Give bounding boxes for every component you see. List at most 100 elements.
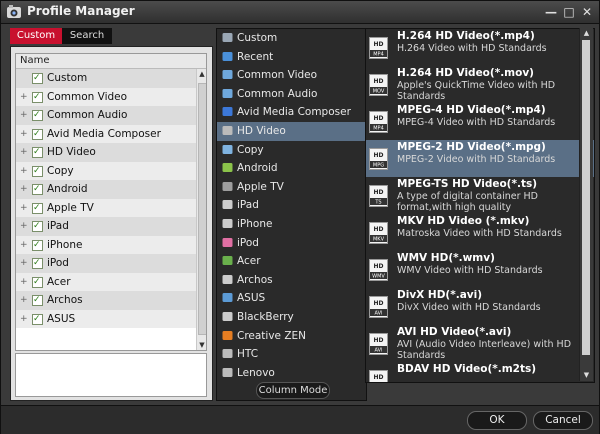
expand-icon[interactable]: + bbox=[20, 143, 28, 162]
tree-item[interactable]: + Android bbox=[16, 180, 206, 199]
category-item[interactable]: ASUS bbox=[217, 289, 366, 308]
category-item[interactable]: Lenovo bbox=[217, 364, 366, 383]
tree-item-checkbox[interactable] bbox=[32, 273, 43, 291]
tree-scroll-thumb[interactable] bbox=[198, 83, 206, 335]
svg-text:MKV: MKV bbox=[373, 237, 385, 243]
tree-item-checkbox[interactable] bbox=[32, 310, 43, 328]
profile-manager-window: Profile Manager — □ ✕ Custom Search Name… bbox=[0, 0, 600, 434]
category-item[interactable]: Acer bbox=[217, 252, 366, 271]
expand-icon[interactable]: + bbox=[20, 199, 28, 218]
tree-item-checkbox[interactable] bbox=[32, 162, 43, 180]
expand-icon[interactable]: + bbox=[20, 125, 28, 144]
tree-item-label: Apple TV bbox=[47, 201, 94, 214]
format-item[interactable]: HD AVI AVI HD Video(*.avi) AVI (Audio Video… bbox=[366, 325, 594, 362]
scroll-down-arrow-icon[interactable]: ▼ bbox=[197, 340, 206, 350]
tree-item-checkbox[interactable] bbox=[32, 88, 43, 106]
format-item[interactable]: HD WMV WMV HD(*.wmv) WMV Video with HD Stan… bbox=[366, 251, 594, 288]
tree-item-checkbox[interactable] bbox=[32, 143, 43, 162]
expand-icon[interactable]: + bbox=[20, 254, 28, 273]
expand-icon[interactable]: + bbox=[20, 106, 28, 125]
category-label: Copy bbox=[237, 143, 264, 156]
expand-icon[interactable]: + bbox=[20, 162, 28, 181]
tree-item-checkbox[interactable] bbox=[32, 106, 43, 125]
category-item[interactable]: BlackBerry bbox=[217, 308, 366, 327]
category-item[interactable]: Apple TV bbox=[217, 178, 366, 197]
format-scroll-thumb[interactable] bbox=[582, 40, 590, 355]
avid-icon bbox=[222, 107, 233, 117]
tree-item-checkbox[interactable] bbox=[32, 291, 43, 310]
format-item[interactable]: HD MPG MPEG-2 HD Video(*.mpg) MPEG-2 Video … bbox=[366, 140, 594, 177]
tree-item[interactable]: + Apple TV bbox=[16, 198, 206, 218]
category-item[interactable]: iPod bbox=[217, 234, 366, 253]
category-item[interactable]: HTC bbox=[217, 345, 366, 364]
category-item[interactable]: Archos bbox=[217, 271, 366, 290]
format-item[interactable]: HD MP4 H.264 HD Video(*.mp4) H.264 Video wi… bbox=[366, 29, 594, 66]
category-item[interactable]: Android bbox=[217, 159, 366, 178]
expand-icon[interactable]: + bbox=[20, 291, 28, 310]
tree-item-checkbox[interactable] bbox=[32, 69, 43, 88]
tab-custom[interactable]: Custom bbox=[10, 28, 62, 44]
tree-item-checkbox[interactable] bbox=[32, 180, 43, 199]
category-list: Custom Recent Common Video Common Audio Avid… bbox=[216, 28, 367, 401]
expand-icon[interactable]: + bbox=[20, 310, 28, 329]
tree-item[interactable]: + iPhone bbox=[16, 235, 206, 255]
category-item[interactable]: Creative ZEN bbox=[217, 327, 366, 346]
hd-icon bbox=[222, 125, 233, 135]
category-label: HTC bbox=[237, 348, 259, 361]
category-label: Common Audio bbox=[237, 87, 318, 100]
tree-item[interactable]: + ASUS bbox=[16, 309, 206, 329]
category-item[interactable]: Common Video bbox=[217, 66, 366, 85]
category-item[interactable]: iPhone bbox=[217, 215, 366, 234]
format-item[interactable]: HD MKV MKV HD Video (*.mkv) Matroska Video … bbox=[366, 214, 594, 251]
category-item[interactable]: Copy bbox=[217, 141, 366, 160]
tree-item-label: Archos bbox=[47, 294, 83, 306]
minimize-button[interactable]: — bbox=[543, 4, 559, 20]
tree-item-checkbox[interactable] bbox=[32, 199, 43, 217]
maximize-button[interactable]: □ bbox=[561, 4, 577, 20]
format-item[interactable]: HD MP4 MPEG-4 HD Video(*.mp4) MPEG-4 Video … bbox=[366, 103, 594, 140]
expand-icon[interactable]: + bbox=[20, 273, 28, 292]
format-scrollbar[interactable]: ▲ ▼ bbox=[579, 28, 593, 381]
tree-item[interactable]: + Common Video bbox=[16, 87, 206, 107]
tree-scrollbar[interactable]: ▲ ▼ bbox=[196, 69, 206, 350]
tree-item[interactable]: + HD Video bbox=[16, 143, 206, 162]
format-item[interactable]: HD TS MPEG-TS HD Video(*.ts) A type of digi… bbox=[366, 177, 594, 214]
svg-text:HD: HD bbox=[373, 337, 383, 344]
format-item[interactable]: HD AVI DivX HD(*.avi) DivX Video with HD St… bbox=[366, 288, 594, 325]
tree-item[interactable]: + Acer bbox=[16, 272, 206, 292]
expand-icon[interactable]: + bbox=[20, 217, 28, 236]
tree-item-checkbox[interactable] bbox=[32, 125, 43, 143]
tree-header-name[interactable]: Name bbox=[16, 54, 206, 69]
tree-item[interactable]: + Archos bbox=[16, 291, 206, 310]
category-item[interactable]: Common Audio bbox=[217, 85, 366, 104]
tree-item[interactable]: + iPad bbox=[16, 217, 206, 236]
category-item[interactable]: Avid Media Composer bbox=[217, 103, 366, 122]
column-mode-button[interactable]: Column Mode bbox=[256, 382, 330, 399]
tree-item-checkbox[interactable] bbox=[32, 236, 43, 254]
category-item[interactable]: Custom bbox=[217, 29, 366, 48]
svg-text:HD: HD bbox=[373, 226, 383, 233]
tree-item-checkbox[interactable] bbox=[32, 254, 43, 273]
format-scroll-up-icon[interactable]: ▲ bbox=[580, 28, 593, 39]
format-item[interactable]: HD MOV H.264 HD Video(*.mov) Apple's QuickT… bbox=[366, 66, 594, 103]
tree-item[interactable]: + Avid Media Composer bbox=[16, 124, 206, 144]
tree-item-checkbox[interactable] bbox=[32, 217, 43, 236]
close-button[interactable]: ✕ bbox=[579, 4, 595, 20]
expand-icon[interactable]: + bbox=[20, 236, 28, 255]
tree-item[interactable]: + iPod bbox=[16, 254, 206, 273]
tab-search[interactable]: Search bbox=[62, 28, 112, 44]
expand-icon[interactable]: + bbox=[20, 88, 28, 107]
tree-item[interactable]: Custom bbox=[16, 69, 206, 88]
category-item[interactable]: iPad bbox=[217, 196, 366, 215]
format-item[interactable]: HD BDAV HD Video(*.m2ts) bbox=[366, 362, 594, 382]
format-scroll-down-icon[interactable]: ▼ bbox=[580, 370, 593, 381]
scroll-up-arrow-icon[interactable]: ▲ bbox=[197, 69, 206, 79]
category-item[interactable]: Recent bbox=[217, 48, 366, 67]
tree-item[interactable]: + Common Audio bbox=[16, 106, 206, 125]
expand-icon[interactable]: + bbox=[20, 180, 28, 199]
ok-button[interactable]: OK bbox=[467, 411, 527, 430]
category-item[interactable]: HD Video bbox=[217, 121, 366, 141]
tree-item[interactable]: + Copy bbox=[16, 161, 206, 181]
cancel-button[interactable]: Cancel bbox=[533, 411, 593, 430]
format-description: MPEG-2 Video with HD Standards bbox=[397, 154, 556, 165]
